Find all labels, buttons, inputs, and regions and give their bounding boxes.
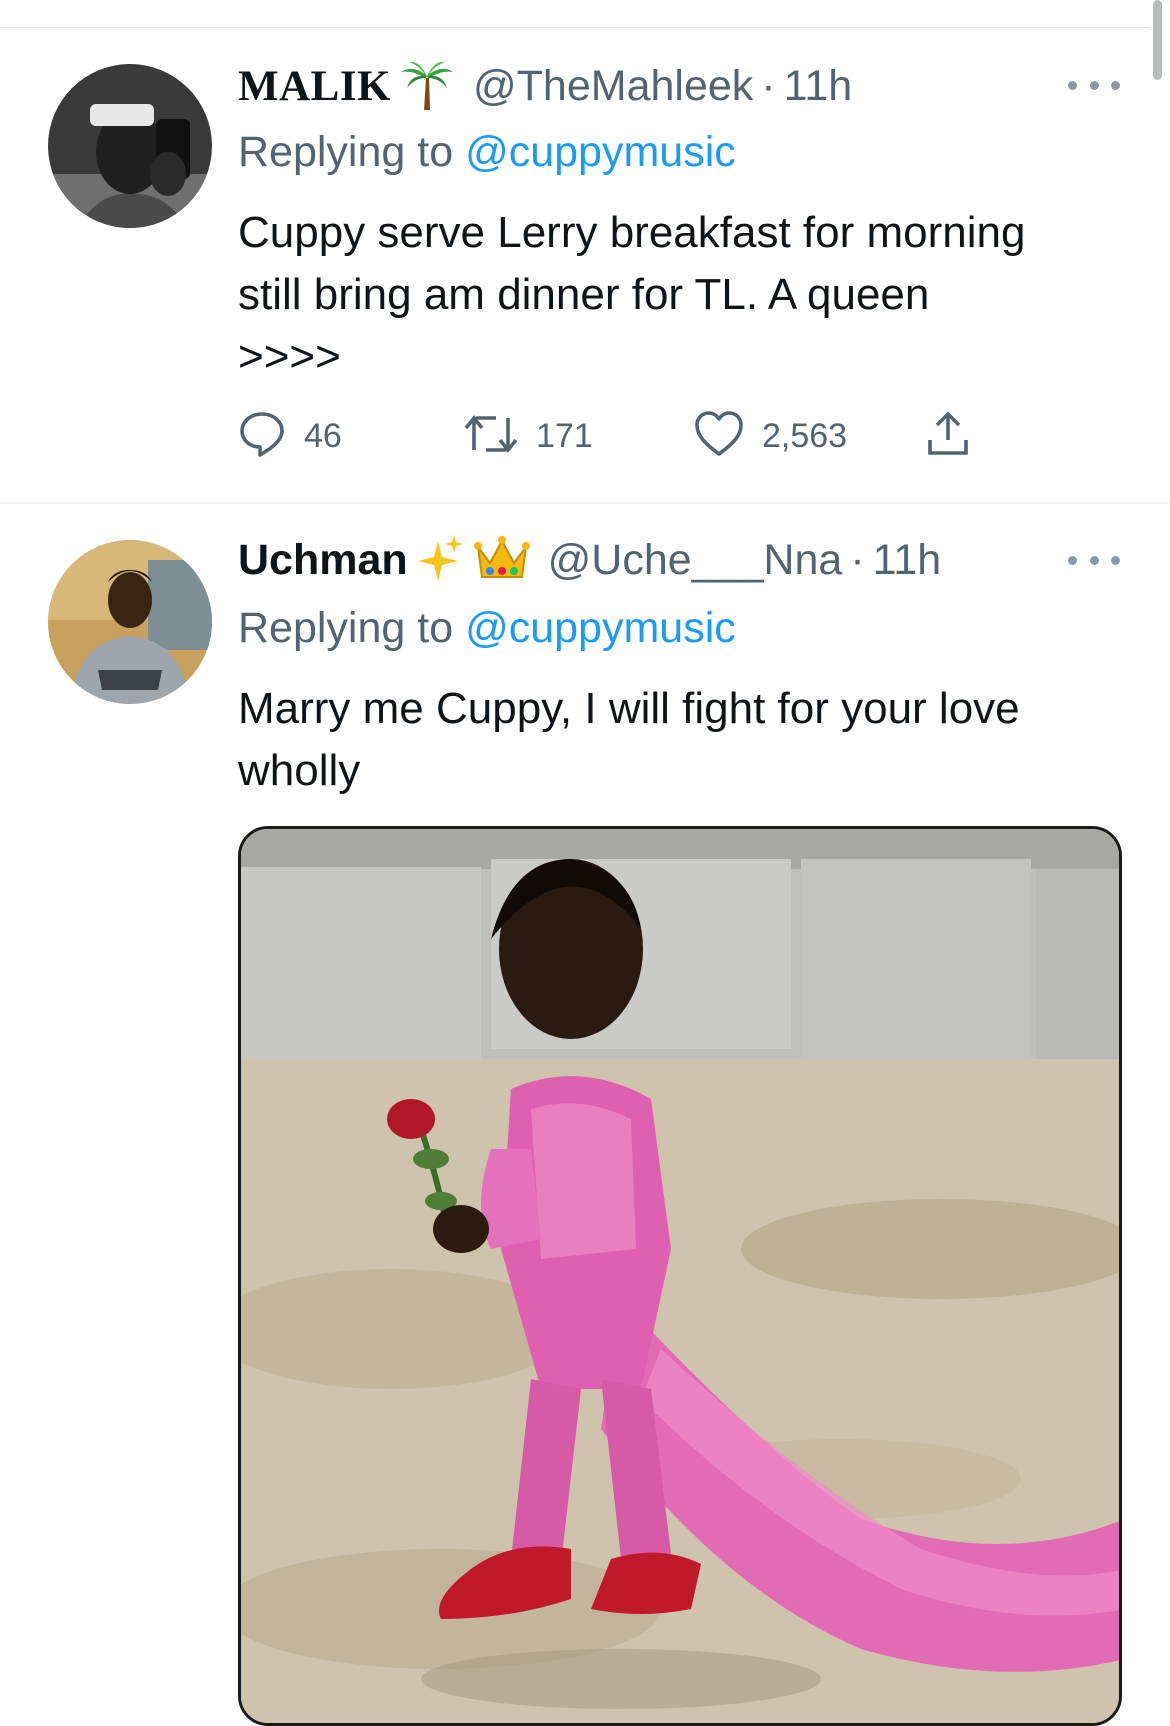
tweet-text: Cuppy serve Lerry breakfast for morning … <box>238 202 1118 388</box>
tweet-text: Marry me Cuppy, I will fight for your lo… <box>238 678 1118 802</box>
like-icon <box>694 410 744 463</box>
retweet-count: 171 <box>536 416 593 455</box>
retweet-icon <box>464 410 518 463</box>
replying-prefix: Replying to <box>238 604 466 652</box>
tweet-text-line: Marry me Cuppy, I will fight for your lo… <box>238 684 1020 733</box>
crown-icon <box>473 533 530 588</box>
like-count: 2,563 <box>762 416 848 455</box>
like-button[interactable]: 2,563 <box>694 406 847 466</box>
tweet-text-line: still bring am dinner for TL. A queen <box>238 270 930 319</box>
timestamp[interactable]: 11h <box>873 536 942 585</box>
reply-icon <box>238 410 286 463</box>
display-name[interactable]: Uchman <box>238 536 408 585</box>
handle[interactable]: @Uche___Nna <box>548 536 843 585</box>
reply-count: 46 <box>304 416 342 455</box>
tweet-malik[interactable]: MALIK @TheMahleek · 11h Replying to @cup… <box>0 0 1170 502</box>
tweet-actions: 46 171 2,563 <box>238 406 998 466</box>
tweet-text-line: Cuppy serve Lerry breakfast for morning <box>238 208 1026 257</box>
reply-button[interactable]: 46 <box>238 406 342 466</box>
avatar-malik[interactable] <box>48 64 212 228</box>
sparkles-icon <box>416 533 466 588</box>
separator: · <box>850 535 865 584</box>
share-button[interactable] <box>924 406 972 466</box>
display-name[interactable]: MALIK <box>238 62 391 111</box>
handle[interactable]: @TheMahleek <box>473 62 753 111</box>
more-icon[interactable] <box>1068 550 1120 570</box>
tweet-text-line: >>>> <box>238 332 341 381</box>
tweet-header: Uchman @Uche___Nna · 11h <box>238 530 941 590</box>
tweet-text-line: wholly <box>238 746 361 795</box>
share-icon <box>924 410 972 463</box>
retweet-button[interactable]: 171 <box>464 406 593 466</box>
mention-link[interactable]: @cuppymusic <box>465 128 736 176</box>
timestamp[interactable]: 11h <box>784 62 853 111</box>
tweet-header: MALIK @TheMahleek · 11h <box>238 56 852 116</box>
more-icon[interactable] <box>1068 75 1120 95</box>
replying-prefix: Replying to <box>238 128 466 176</box>
mention-link[interactable]: @cuppymusic <box>465 604 736 652</box>
palm-tree-icon <box>399 58 455 115</box>
replying-to: Replying to @cuppymusic <box>238 128 736 177</box>
replying-to: Replying to @cuppymusic <box>238 604 736 653</box>
avatar-uchman[interactable] <box>48 540 212 704</box>
separator: · <box>761 61 776 110</box>
tweet-media-image[interactable] <box>238 826 1122 1726</box>
